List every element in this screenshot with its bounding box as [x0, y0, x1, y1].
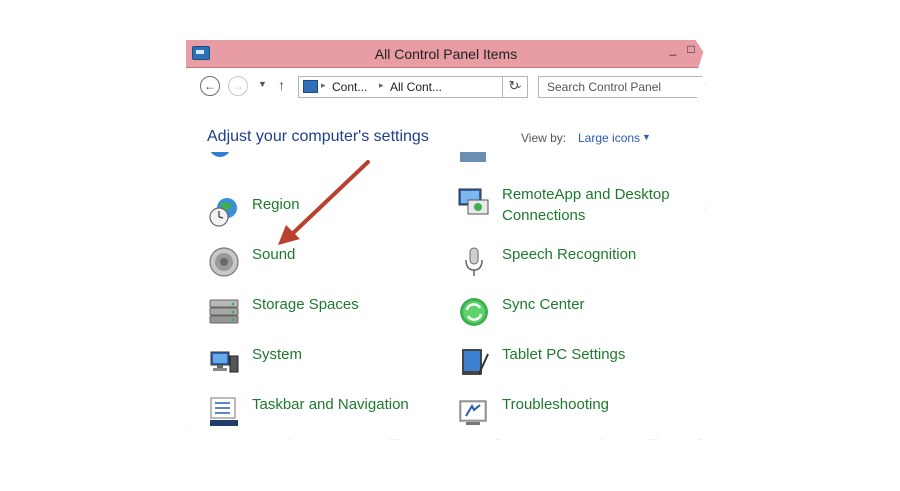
breadcrumb-separator[interactable]: ▸: [379, 80, 384, 91]
item-sound[interactable]: Sound: [208, 244, 438, 284]
control-panel-address-icon: [303, 80, 318, 93]
item-storage-spaces[interactable]: Storage Spaces: [208, 294, 438, 334]
back-button[interactable]: ←: [200, 76, 220, 96]
item-label[interactable]: Taskbar and Navigation: [252, 394, 409, 415]
item-label[interactable]: Tablet PC Settings: [502, 344, 625, 365]
item-tablet-pc-settings[interactable]: Tablet PC Settings: [458, 344, 698, 384]
breadcrumb-control-panel[interactable]: Cont...: [332, 80, 367, 94]
item-label[interactable]: Region: [252, 194, 300, 215]
item-label[interactable]: Speech Recognition: [502, 244, 636, 265]
control-panel-items: Region Sound Storage Spaces System Taskb…: [186, 152, 706, 440]
page-heading: Adjust your computer's settings: [207, 128, 429, 145]
item-remoteapp[interactable]: RemoteApp and Desktop Connections: [458, 184, 698, 232]
view-by-arrow-icon[interactable]: ▼: [642, 132, 651, 142]
speaker-icon: [209, 247, 239, 277]
refresh-button[interactable]: ↻: [502, 76, 525, 98]
tablet-icon: [462, 349, 489, 375]
storage-drives-icon: [209, 299, 239, 324]
item-label[interactable]: Storage Spaces: [252, 294, 359, 315]
partial-item-icon: [460, 152, 486, 162]
item-label[interactable]: Sound: [252, 244, 295, 265]
item-system[interactable]: System: [208, 344, 438, 384]
item-speech-recognition[interactable]: Speech Recognition: [458, 244, 698, 284]
search-box[interactable]: Search Control Panel: [538, 76, 706, 98]
microphone-icon: [465, 247, 483, 276]
address-bar[interactable]: ▸ Cont... ▸ All Cont... ⌄: [298, 76, 528, 98]
screenshot-frame: All Control Panel Items _ □ ← → ▼ ↑ ▸ Con…: [186, 40, 706, 440]
breadcrumb-all-items[interactable]: All Cont...: [390, 80, 442, 94]
window-controls: _ □: [664, 42, 700, 56]
item-region[interactable]: Region: [208, 194, 438, 234]
globe-clock-icon: [209, 198, 237, 227]
remoteapp-icon: [458, 188, 489, 215]
item-label[interactable]: Sync Center: [502, 294, 585, 315]
window-title: All Control Panel Items: [374, 46, 518, 62]
title-bar: All Control Panel Items _ □: [186, 40, 706, 68]
troubleshoot-icon: [459, 400, 487, 425]
item-label[interactable]: RemoteApp and Desktop Connections: [502, 184, 692, 226]
partial-item-icon: [209, 152, 231, 157]
sync-icon: [460, 298, 488, 326]
computer-icon: [210, 351, 239, 373]
breadcrumb-separator[interactable]: ▸: [321, 80, 326, 91]
search-input[interactable]: Search Control Panel: [547, 80, 661, 94]
forward-button[interactable]: →: [228, 76, 248, 96]
navigation-bar: ← → ▼ ↑ ▸ Cont... ▸ All Cont... ⌄ ↻ Sear…: [186, 68, 706, 106]
item-label[interactable]: Troubleshooting: [502, 394, 609, 415]
view-by-label: View by:: [521, 131, 567, 145]
minimize-button[interactable]: _: [664, 42, 682, 56]
view-by-dropdown[interactable]: Large icons: [578, 131, 640, 145]
taskbar-icon: [210, 397, 238, 426]
item-sync-center[interactable]: Sync Center: [458, 294, 698, 334]
item-troubleshooting[interactable]: Troubleshooting: [458, 394, 698, 434]
up-button[interactable]: ↑: [278, 77, 285, 93]
item-label[interactable]: System: [252, 344, 302, 365]
maximize-button[interactable]: □: [682, 42, 700, 56]
recent-locations-dropdown[interactable]: ▼: [258, 79, 267, 89]
item-taskbar-navigation[interactable]: Taskbar and Navigation: [208, 394, 438, 434]
